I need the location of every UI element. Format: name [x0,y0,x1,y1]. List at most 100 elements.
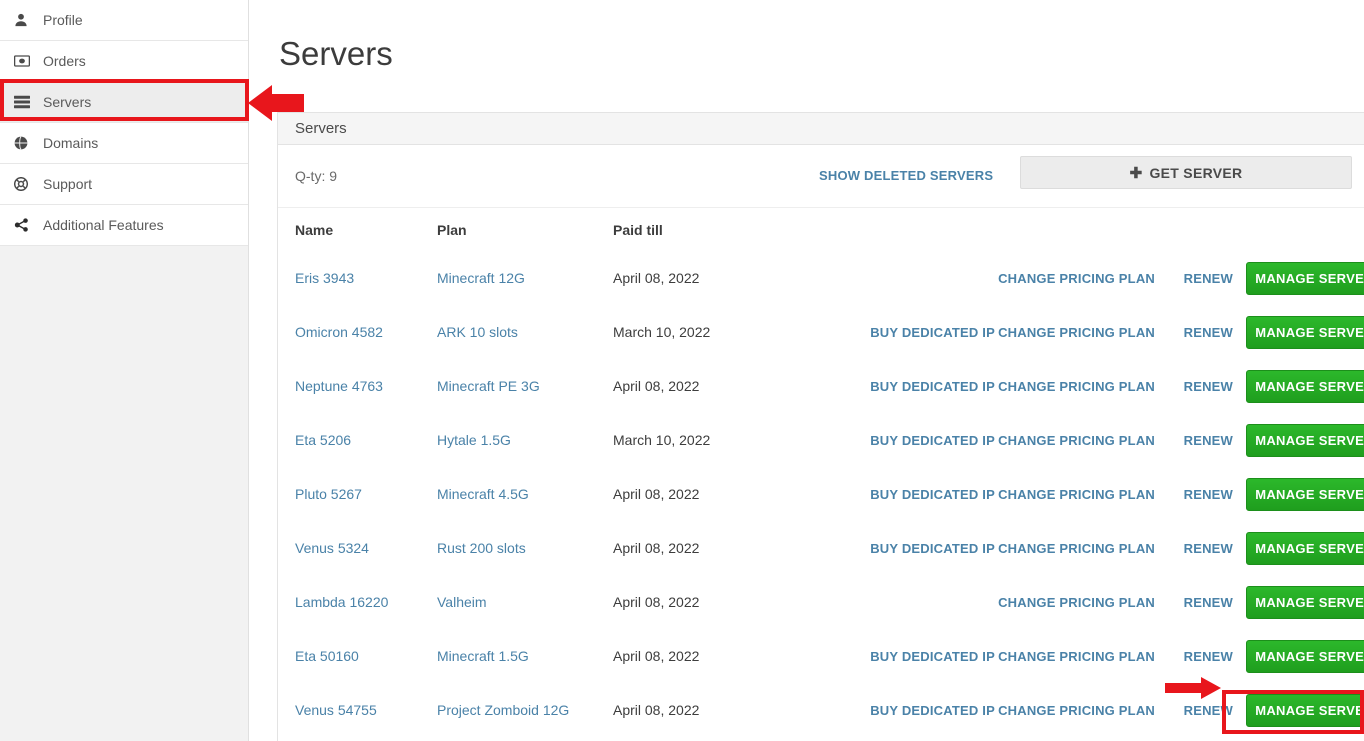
server-icon [14,94,34,110]
sidebar-item-orders[interactable]: Orders [0,41,248,82]
sidebar-item-profile[interactable]: Profile [0,0,248,41]
sidebar-item-domains[interactable]: Domains [0,123,248,164]
manage-server-button[interactable]: MANAGE SERVER [1246,586,1364,619]
change-pricing-plan-link[interactable]: CHANGE PRICING PLAN [998,595,1155,610]
manage-server-button[interactable]: MANAGE SERVER [1246,640,1364,673]
manage-server-button[interactable]: MANAGE SERVER [1246,424,1364,457]
sidebar-item-label: Support [43,177,92,191]
manage-server-button[interactable]: MANAGE SERVER [1246,262,1364,295]
manage-server-button[interactable]: MANAGE SERVER [1246,694,1364,727]
cell-renew: RENEW [1155,305,1233,359]
cell-renew: RENEW [1155,575,1233,629]
server-name-link[interactable]: Pluto 5267 [295,486,362,502]
table-row: Lambda 16220 Valheim April 08, 2022 CHANGE … [278,575,1364,629]
plan-link[interactable]: Minecraft 1.5G [437,648,529,664]
cell-paid-till: April 08, 2022 [613,467,845,521]
cell-server-name: Eta 50160 [278,629,437,683]
change-pricing-plan-link[interactable]: CHANGE PRICING PLAN [998,703,1155,718]
renew-link[interactable]: RENEW [1184,649,1233,664]
cell-plan: Minecraft 1.5G [437,629,613,683]
server-name-link[interactable]: Omicron 4582 [295,324,383,340]
buy-dedicated-ip-link[interactable]: BUY DEDICATED IP [870,703,995,718]
main-content: Servers Servers Q-ty: 9 SHOW DELETED SER… [249,0,1364,741]
money-icon [14,53,34,69]
sidebar-item-label: Additional Features [43,218,164,232]
cell-paid-till: March 10, 2022 [613,305,845,359]
change-pricing-plan-link[interactable]: CHANGE PRICING PLAN [998,325,1155,340]
renew-link[interactable]: RENEW [1184,487,1233,502]
change-pricing-plan-link[interactable]: CHANGE PRICING PLAN [998,271,1155,286]
cell-server-name: Venus 54755 [278,683,437,737]
cell-buy-dedicated-ip: BUY DEDICATED IP [845,359,995,413]
buy-dedicated-ip-link[interactable]: BUY DEDICATED IP [870,433,995,448]
plan-link[interactable]: Minecraft 4.5G [437,486,529,502]
cell-renew: RENEW [1155,359,1233,413]
plan-link[interactable]: Valheim [437,594,487,610]
manage-server-button[interactable]: MANAGE SERVER [1246,316,1364,349]
renew-link[interactable]: RENEW [1184,433,1233,448]
manage-server-button[interactable]: MANAGE SERVER [1246,370,1364,403]
change-pricing-plan-link[interactable]: CHANGE PRICING PLAN [998,487,1155,502]
cell-buy-dedicated-ip [845,575,995,629]
show-deleted-servers-link[interactable]: SHOW DELETED SERVERS [819,168,993,183]
server-name-link[interactable]: Eta 50160 [295,648,359,664]
cell-renew: RENEW [1155,629,1233,683]
cell-change-pricing-plan: CHANGE PRICING PLAN [995,575,1155,629]
server-name-link[interactable]: Lambda 16220 [295,594,388,610]
server-name-link[interactable]: Venus 54755 [295,702,377,718]
server-name-link[interactable]: Eris 3943 [295,270,354,286]
renew-link[interactable]: RENEW [1184,325,1233,340]
buy-dedicated-ip-link[interactable]: BUY DEDICATED IP [870,487,995,502]
user-icon [14,12,34,28]
buy-dedicated-ip-link[interactable]: BUY DEDICATED IP [870,649,995,664]
change-pricing-plan-link[interactable]: CHANGE PRICING PLAN [998,541,1155,556]
plan-link[interactable]: Hytale 1.5G [437,432,511,448]
manage-server-button[interactable]: MANAGE SERVER [1246,532,1364,565]
sidebar-item-servers[interactable]: Servers [0,82,248,123]
cell-paid-till: March 10, 2022 [613,413,845,467]
sidebar-item-label: Domains [43,136,98,150]
sidebar-item-additional-features[interactable]: Additional Features [0,205,248,246]
cell-buy-dedicated-ip: BUY DEDICATED IP [845,683,995,737]
plus-icon: ✚ [1130,164,1143,182]
quantity-label: Q-ty: 9 [295,168,337,184]
cell-server-name: Pluto 5267 [278,467,437,521]
buy-dedicated-ip-link[interactable]: BUY DEDICATED IP [870,541,995,556]
cell-manage-server: MANAGE SERVER [1233,467,1364,521]
change-pricing-plan-link[interactable]: CHANGE PRICING PLAN [998,379,1155,394]
server-name-link[interactable]: Eta 5206 [295,432,351,448]
renew-link[interactable]: RENEW [1184,703,1233,718]
column-header-renew [1155,208,1233,251]
server-name-link[interactable]: Neptune 4763 [295,378,383,394]
manage-server-button[interactable]: MANAGE SERVER [1246,478,1364,511]
plan-link[interactable]: Minecraft 12G [437,270,525,286]
cell-manage-server: MANAGE SERVER [1233,413,1364,467]
cell-buy-dedicated-ip: BUY DEDICATED IP [845,629,995,683]
plan-link[interactable]: Minecraft PE 3G [437,378,540,394]
cell-plan: ARK 10 slots [437,305,613,359]
plan-link[interactable]: Rust 200 slots [437,540,526,556]
plan-link[interactable]: Project Zomboid 12G [437,702,569,718]
renew-link[interactable]: RENEW [1184,379,1233,394]
cell-plan: Valheim [437,575,613,629]
column-header-name: Name [278,208,437,251]
cell-paid-till: April 08, 2022 [613,575,845,629]
sidebar-item-support[interactable]: Support [0,164,248,205]
buy-dedicated-ip-link[interactable]: BUY DEDICATED IP [870,379,995,394]
cell-manage-server: MANAGE SERVER [1233,683,1364,737]
renew-link[interactable]: RENEW [1184,595,1233,610]
renew-link[interactable]: RENEW [1184,541,1233,556]
cell-server-name: Omicron 4582 [278,305,437,359]
table-row: Omicron 4582 ARK 10 slots March 10, 2022 BU… [278,305,1364,359]
buy-dedicated-ip-link[interactable]: BUY DEDICATED IP [870,325,995,340]
change-pricing-plan-link[interactable]: CHANGE PRICING PLAN [998,649,1155,664]
get-server-button[interactable]: ✚ GET SERVER [1020,156,1352,189]
cell-buy-dedicated-ip: BUY DEDICATED IP [845,467,995,521]
renew-link[interactable]: RENEW [1184,271,1233,286]
cell-renew: RENEW [1155,251,1233,305]
server-name-link[interactable]: Venus 5324 [295,540,369,556]
get-server-label: GET SERVER [1149,165,1242,181]
plan-link[interactable]: ARK 10 slots [437,324,518,340]
cell-plan: Hytale 1.5G [437,413,613,467]
change-pricing-plan-link[interactable]: CHANGE PRICING PLAN [998,433,1155,448]
